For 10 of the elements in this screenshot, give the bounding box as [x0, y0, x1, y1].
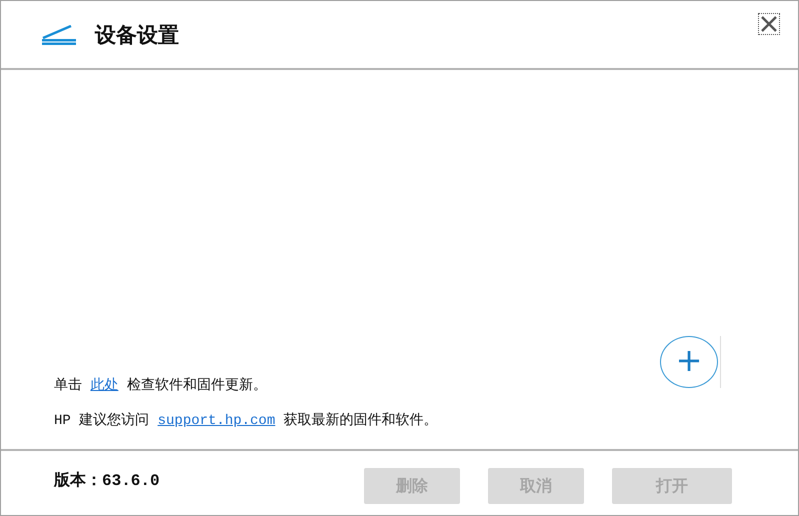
close-button[interactable]: [758, 13, 780, 35]
close-icon: [760, 15, 778, 33]
scanner-icon: [41, 24, 77, 44]
link[interactable]: 此处: [90, 378, 118, 394]
version-label: 版本：63.6.0: [54, 470, 161, 490]
add-button[interactable]: +: [660, 336, 718, 388]
info-text: HP 建议您访问 support.hp.com 获取最新的固件和软件。: [54, 411, 439, 429]
link[interactable]: support.hp.com: [158, 413, 276, 429]
window-title: 设备设置: [95, 22, 179, 48]
info-text: 单击 此处 检查软件和固件更新。: [54, 376, 268, 394]
